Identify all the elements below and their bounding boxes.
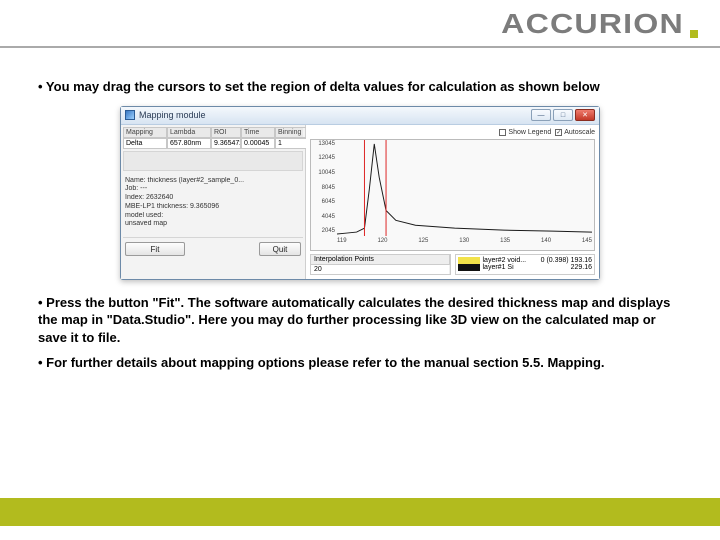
param-value-row: Delta 657.80nm 9.365472 0.00045 1 xyxy=(123,138,303,149)
titlebar: Mapping module — □ ✕ xyxy=(121,107,599,125)
result-info: Name: thickness (layer#2_sample_0... Job… xyxy=(123,175,303,232)
interp-value[interactable]: 20 xyxy=(311,265,450,274)
minimize-button[interactable]: — xyxy=(531,109,551,121)
bullet-manual-ref: • For further details about mapping opti… xyxy=(38,354,682,372)
legend-swatch-icon xyxy=(458,264,480,271)
bullet-drag-cursors: • You may drag the cursors to set the re… xyxy=(38,78,682,96)
val-time: 0.00045 xyxy=(241,138,275,149)
parameters-pane: Mapping Lambda ROI Time Binning Delta 65… xyxy=(121,125,306,279)
quit-button[interactable]: Quit xyxy=(259,242,301,256)
info-model-name: unsaved map xyxy=(125,220,301,229)
fit-button[interactable]: Fit xyxy=(125,242,185,256)
y-axis-ticks: 13045 12045 10045 8045 6045 4045 2045 xyxy=(311,140,337,236)
info-model-label: model used: xyxy=(125,212,301,221)
delta-thickness-plot[interactable]: 13045 12045 10045 8045 6045 4045 2045 xyxy=(310,139,595,251)
close-button[interactable]: ✕ xyxy=(575,109,595,121)
info-job: Job: --- xyxy=(125,185,301,194)
brand-dot-icon xyxy=(690,30,698,38)
legend-panel: layer#2 void...0 (0.398) 193.16 layer#1 … xyxy=(455,254,596,275)
maximize-button[interactable]: □ xyxy=(553,109,573,121)
brand-logo: ACCURION xyxy=(525,8,698,40)
mapping-window: Mapping module — □ ✕ Mapping Lambda ROI … xyxy=(120,106,600,280)
plot-pane: Show Legend ✓Autoscale 13045 12045 10045… xyxy=(306,125,599,279)
col-time: Time xyxy=(241,127,275,138)
window-title: Mapping module xyxy=(139,110,206,120)
col-binning: Binning xyxy=(275,127,308,138)
info-index: Index: 2632640 xyxy=(125,194,301,203)
param-header-row: Mapping Lambda ROI Time Binning xyxy=(123,127,303,138)
interpolation-panel: Interpolation Points 20 xyxy=(310,254,451,275)
autoscale-checkbox[interactable]: ✓Autoscale xyxy=(555,129,595,136)
param-spacer xyxy=(123,151,303,171)
val-roi: 9.365472 xyxy=(211,138,241,149)
brand-text: ACCURION xyxy=(501,8,684,40)
app-icon xyxy=(125,110,135,120)
col-mapping: Mapping xyxy=(123,127,167,138)
legend-swatch-icon xyxy=(458,257,480,264)
col-lambda: Lambda xyxy=(167,127,211,138)
bullet-press-fit: • Press the button "Fit". The software a… xyxy=(38,294,682,347)
col-roi: ROI xyxy=(211,127,241,138)
val-mapping: Delta xyxy=(123,138,167,149)
brand-underline xyxy=(0,46,720,48)
x-axis-ticks: 119 120 125 130 135 140 145 xyxy=(337,238,592,250)
show-legend-checkbox[interactable]: Show Legend xyxy=(499,129,551,136)
footer-band xyxy=(0,498,720,526)
plot-svg xyxy=(337,140,592,236)
info-name: Name: thickness (layer#2_sample_0... xyxy=(125,177,301,186)
val-binning: 1 xyxy=(275,138,308,149)
val-lambda: 657.80nm xyxy=(167,138,211,149)
info-mbe: MBE-LP1 thickness: 9.365096 xyxy=(125,203,301,212)
interp-label: Interpolation Points xyxy=(311,255,450,264)
chart-line xyxy=(337,143,592,233)
